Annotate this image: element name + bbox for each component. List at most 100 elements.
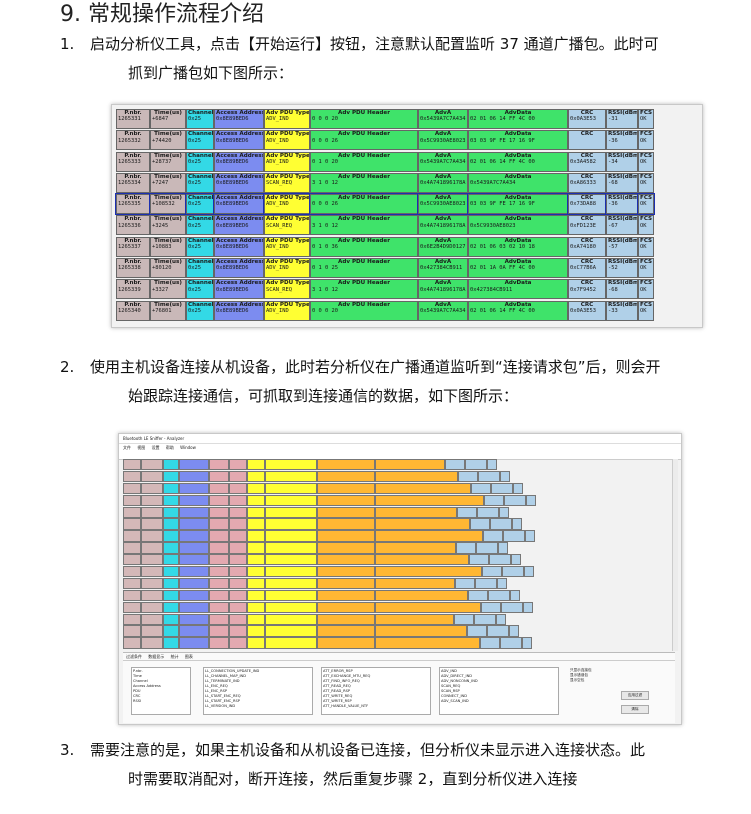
packet-row[interactable]: P.nbr. 1265334 Time(us) +7247 Channel 0x25 Acc… [116,172,698,193]
connection-packet-row[interactable] [123,613,671,625]
ll-control-list[interactable]: LL_CONNECTION_UPDATE_IND LL_CHANNEL_MAP_I… [203,667,313,715]
packet-cell-ch: Channel 0x25 [186,109,214,129]
connection-packet-cell [454,613,474,625]
packet-row[interactable]: P.nbr. 1265333 Time(us) +28737 Channel 0x25 Ac… [116,151,698,172]
connection-packet-row[interactable] [123,577,671,590]
menu-window[interactable]: Window [180,445,196,450]
connection-packet-row[interactable] [123,470,671,483]
packet-cell-ch: Channel 0x25 [186,130,214,151]
connection-packet-row[interactable] [123,589,671,602]
packet-cell-hdr: Adv PDU Header 3 1 0 12 [310,279,418,300]
connection-packet-cell [317,577,375,590]
connection-packet-row[interactable] [123,530,671,542]
menu-file[interactable]: 文件 [123,445,131,450]
cell-value: 0x427384CB911 [420,265,463,272]
connection-packet-cell [317,601,375,613]
connection-packet-cell [229,637,247,649]
connection-packet-row[interactable] [123,542,671,554]
packet-cell-crc: CRC 0x0A3E53 [568,300,606,321]
packet-cell-pnbr: P.nbr. 1265340 [116,300,150,321]
tab-filter[interactable]: 过滤条件 [126,654,142,659]
menu-settings[interactable]: 设置 [152,445,160,450]
packet-cell-ch: Channel 0x25 [186,279,214,300]
tab-chart[interactable]: 图表 [185,654,193,659]
connection-packet-row[interactable] [123,601,671,613]
packet-cell-ch: Channel 0x25 [186,215,214,236]
cell-value: 1265337 [118,244,141,251]
connection-packet-cell [229,554,247,566]
connection-packet-row[interactable] [123,494,671,506]
connection-packet-cell [179,577,209,590]
packet-row[interactable]: P.nbr. 1265335 Time(us) +108532 Channel 0x25 A… [115,193,698,216]
packet-cell-hdr: Adv PDU Header 0 0 0 26 [310,130,418,151]
tab-stats[interactable]: 统计 [171,654,179,659]
connection-packet-cell [141,625,163,637]
connection-packet-cell [247,577,265,590]
connection-packet-row[interactable] [123,459,671,471]
packet-row[interactable]: P.nbr. 1265337 Time(us) +10883 Channel 0x25 Ac… [116,236,698,257]
option-checkbox[interactable]: 显示空包 [570,678,620,683]
adv-type-list[interactable]: ADV_IND ADV_DIRECT_IND ADV_NONCONN_IND SCAN… [439,667,559,715]
packet-row[interactable]: P.nbr. 1265339 Time(us) +3327 Channel 0x25 Acc… [116,279,698,300]
connection-packet-row[interactable] [123,554,671,566]
packet-cell-ch: Channel 0x25 [186,258,214,279]
vertical-scrollbar[interactable] [672,459,678,651]
packet-cell-pnbr: P.nbr. 1265332 [116,130,150,151]
cell-value: -57 [608,244,618,251]
packet-cell-pnbr: P.nbr. 1265336 [116,215,150,236]
adv-type-item[interactable]: ADV_SCAN_IND [441,699,557,704]
connection-packet-row[interactable] [123,506,671,518]
connection-packet-cell [265,494,317,506]
menu-help[interactable]: 帮助 [166,445,174,450]
field-list-item[interactable]: RSSI [133,699,189,704]
connection-packet-cell [524,566,534,578]
option-checkboxes[interactable]: 只显示连接包 显示错误包 显示空包 [569,667,621,715]
connection-packet-cell [477,506,499,518]
att-opcode-item[interactable]: ATT_HANDLE_VALUE_NTF [323,704,429,709]
connection-packet-cell [265,470,317,483]
packet-cell-ch: Channel 0x25 [186,151,214,172]
connection-packet-cell [247,625,265,637]
connection-packet-row[interactable] [123,482,671,495]
connection-packet-cell [209,459,229,471]
connection-packet-cell [265,530,317,542]
packet-row[interactable]: P.nbr. 1265336 Time(us) +3245 Channel 0x25 Acc… [116,215,698,236]
packet-row[interactable]: P.nbr. 1265331 Time(us) +6847 Channel 0x25 Acc… [116,109,698,129]
packet-cell-aa: Access Address 0x8E89BED6 [214,258,264,279]
packet-cell-crc: CRC 0xC77B6A [568,258,606,279]
clear-filter-button[interactable]: 清除 [621,705,649,714]
packet-cell-fcs: FCS OK [637,193,655,216]
packet-cell-data: AdvData 0x5C9930AE8023 [468,215,568,236]
connection-packet-cell [247,613,265,625]
connection-packet-cell [209,494,229,506]
tab-display[interactable]: 数据显示 [148,654,164,659]
packet-row[interactable]: P.nbr. 1265332 Time(us) +74420 Channel 0x25 Ac… [116,130,698,151]
apply-filter-button[interactable]: 应用过滤 [621,691,649,700]
menu-bar: 文件 视图 设置 帮助 Window [119,444,681,452]
packet-cell-type: Adv PDU Type ADV_IND [264,130,310,151]
packet-cell-hdr: Adv PDU Header 0 0 0 20 [310,300,418,321]
packet-row[interactable]: P.nbr. 1265338 Time(us) +80120 Channel 0x25 Ac… [116,258,698,279]
packet-cell-rssi: RSSI(dBm)-36 [605,193,639,216]
connection-packet-row[interactable] [123,566,671,578]
connection-packet-cell [163,530,179,542]
connection-packet-row[interactable] [123,625,671,637]
step-3-text: 需要注意的是，如果主机设备和从机设备已连接，但分析仪未显示进入连接状态。此 [90,741,646,759]
connection-packet-cell [123,601,141,613]
advertising-capture-screenshot: P.nbr. 1265331 Time(us) +6847 Channel 0x25 Acc… [111,104,703,328]
cell-value: 0x4A741896178A [420,222,466,229]
connection-packet-cell [163,470,179,483]
connection-packet-row[interactable] [123,637,671,649]
connection-packet-row[interactable] [123,518,671,530]
connection-packet-cell [375,518,470,530]
connection-packet-cell [247,601,265,613]
ll-control-item[interactable]: LL_VERSION_IND [205,704,311,709]
cell-value: 03 03 9F FE 17 16 9F [470,137,535,144]
att-opcode-list[interactable]: ATT_ERROR_RSP ATT_EXCHANGE_MTU_REQ ATT_FIN… [321,667,431,715]
menu-view[interactable]: 视图 [137,445,145,450]
packet-cell-ch: Channel 0x25 [186,236,214,257]
packet-row[interactable]: P.nbr. 1265340 Time(us) +76801 Channel 0x25 Ac… [116,300,698,321]
connection-packet-cell [496,613,506,625]
field-list[interactable]: P.nbr. Time Channel Access Address PDU CRC RSS… [131,667,191,715]
connection-packet-cell [317,613,375,625]
